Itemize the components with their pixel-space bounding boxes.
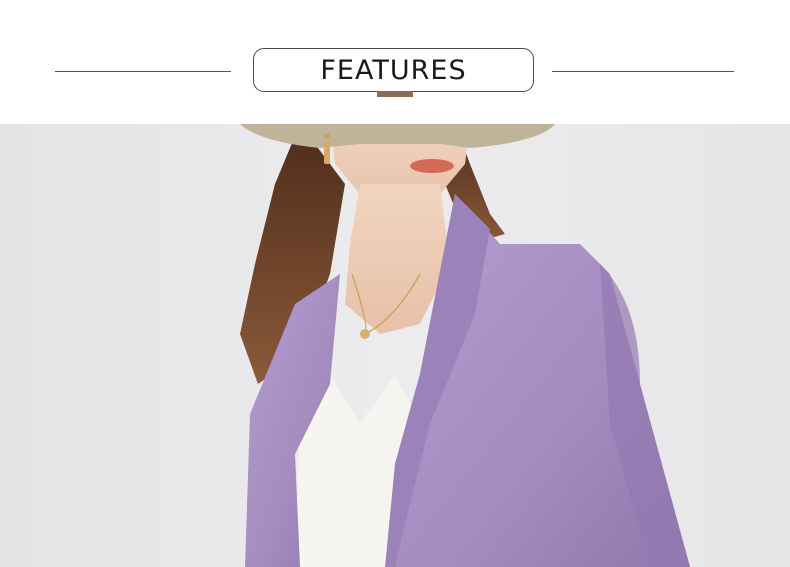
features-title-frame: FEATURES: [253, 48, 534, 92]
left-divider-line: [55, 71, 231, 72]
earring-hook: [324, 133, 330, 139]
earring-drop: [324, 142, 330, 164]
right-divider-line: [552, 71, 734, 72]
lips: [410, 159, 454, 173]
necklace-pendant: [360, 329, 370, 339]
section-title: FEATURES: [320, 54, 467, 86]
features-header: FEATURES: [0, 0, 790, 124]
product-photo: [0, 124, 790, 567]
title-accent-bar: [377, 91, 413, 97]
